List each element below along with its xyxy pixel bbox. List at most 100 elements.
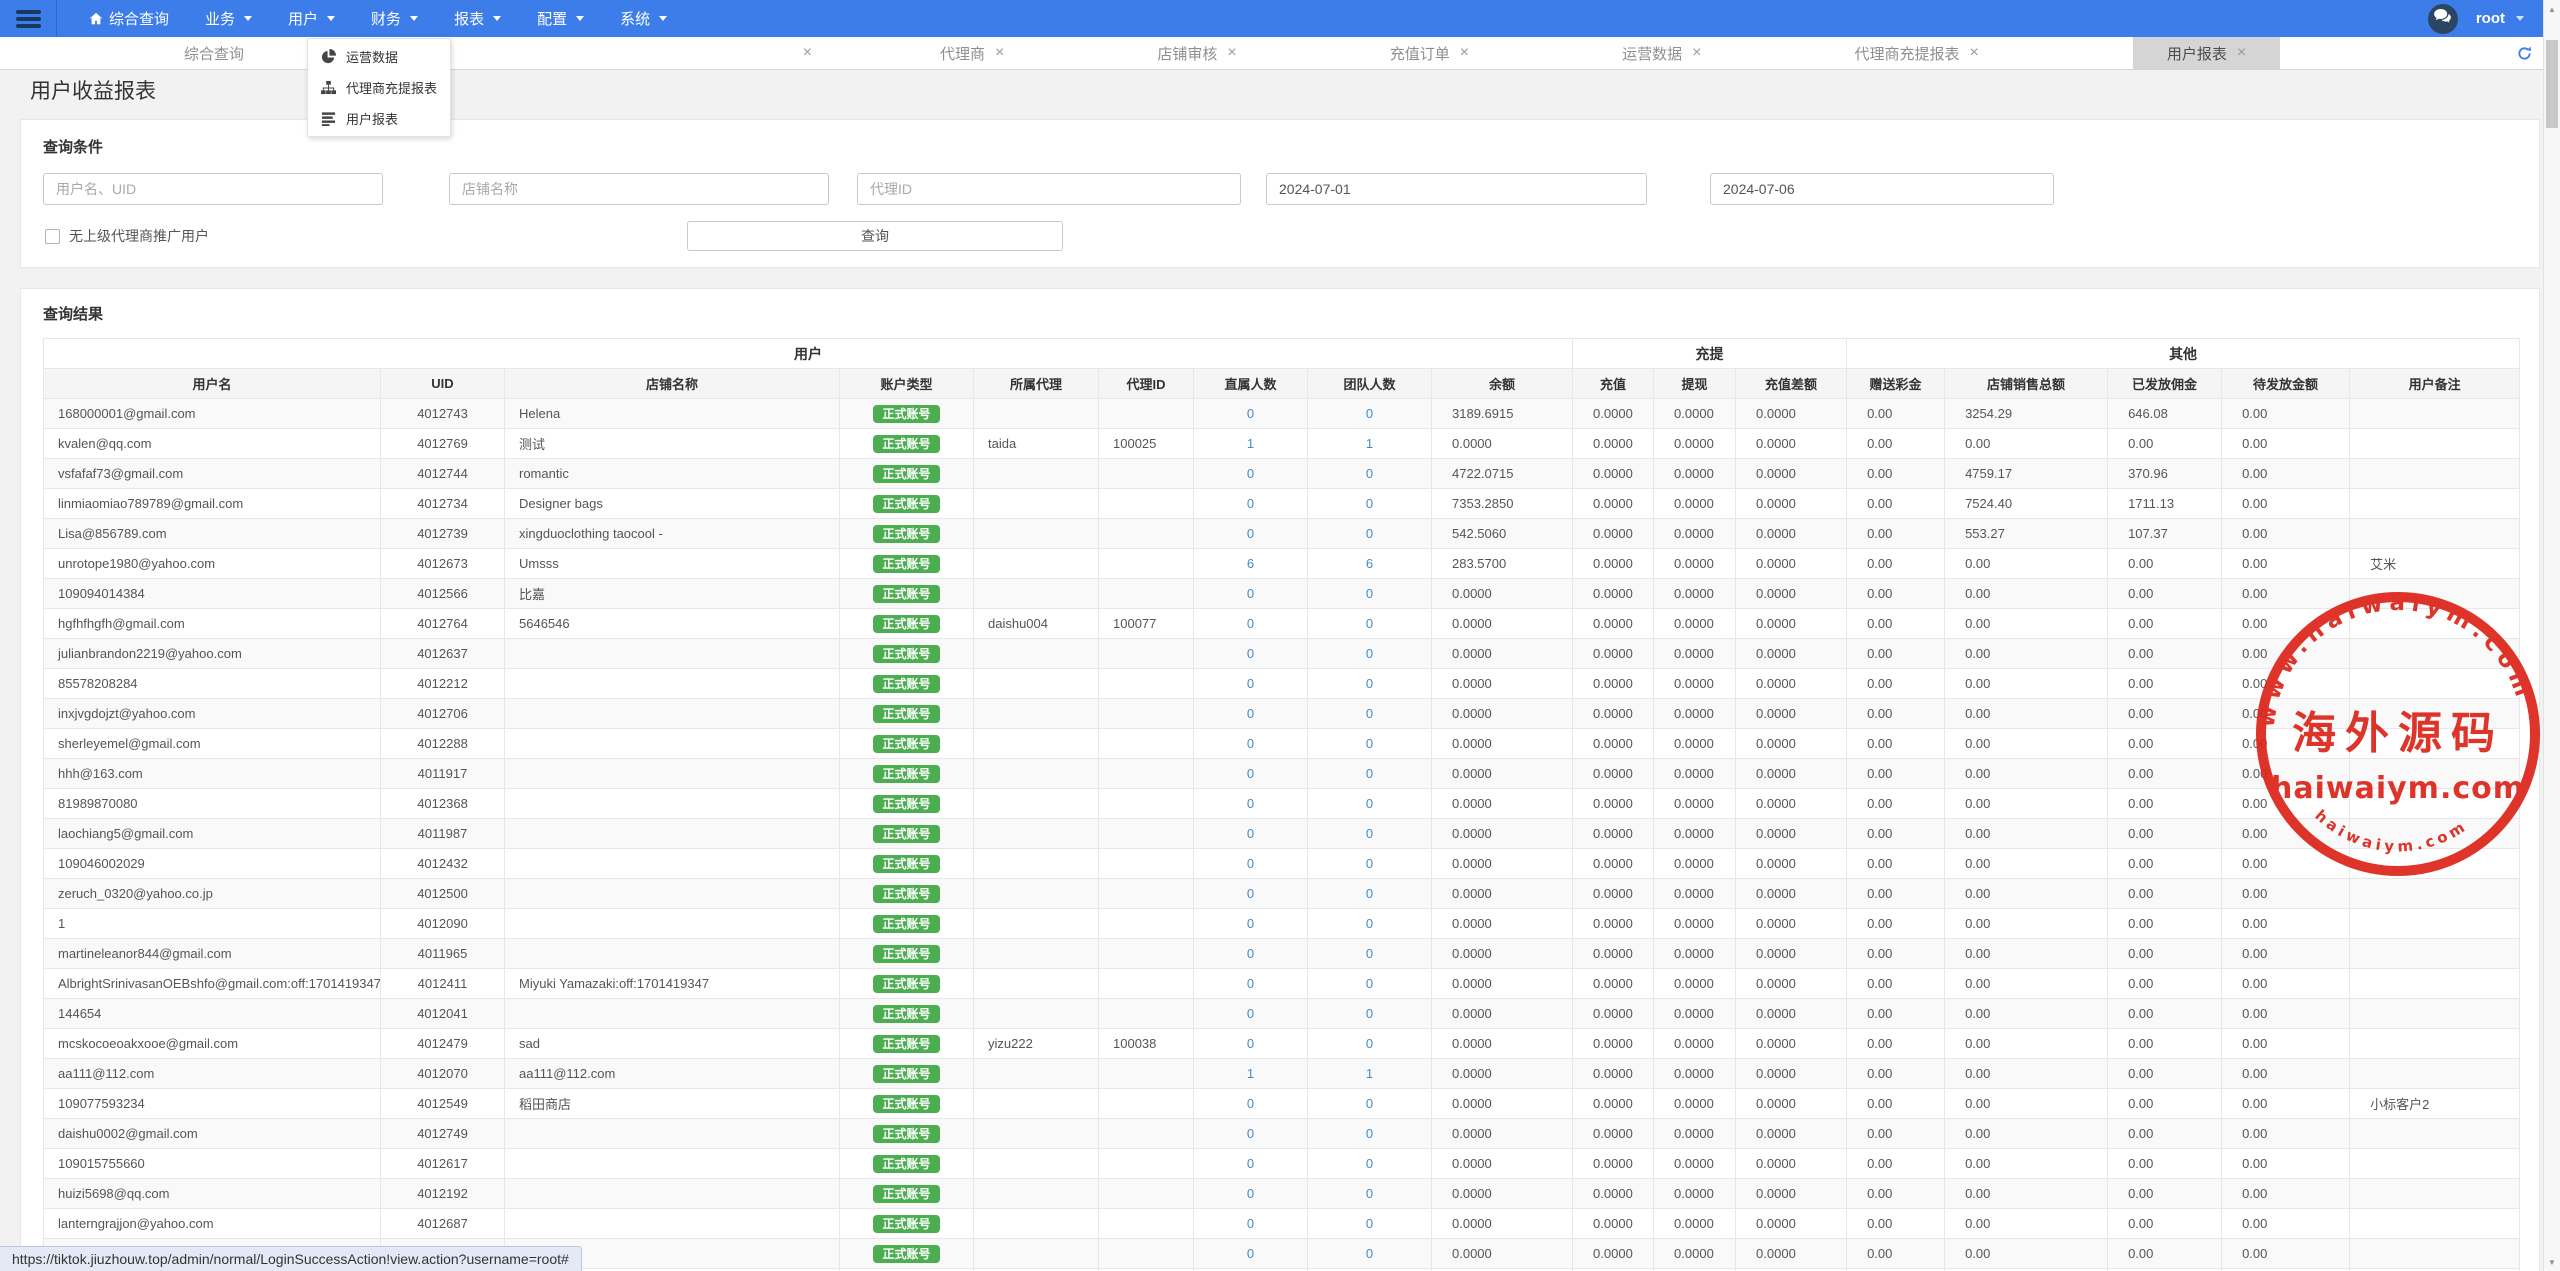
tab-agents[interactable]: 代理商× [906,37,1038,69]
cell-team-count[interactable]: 0 [1308,489,1432,519]
tab-agent-recharge-report[interactable]: 代理商充提报表× [1820,37,2012,69]
scrollbar-down-icon[interactable]: ▼ [2544,1253,2560,1271]
cell-team-count[interactable]: 0 [1308,969,1432,999]
cell-direct-count[interactable]: 0 [1194,1119,1308,1149]
cell-team-count[interactable]: 0 [1308,1089,1432,1119]
count-link[interactable]: 0 [1366,826,1373,841]
agent-id-input[interactable] [857,173,1241,205]
cell-direct-count[interactable]: 0 [1194,939,1308,969]
count-link[interactable]: 0 [1247,826,1254,841]
tab-composite-query[interactable]: 综合查询 [150,37,278,69]
cell-direct-count[interactable]: 0 [1194,1179,1308,1209]
cell-team-count[interactable]: 0 [1308,759,1432,789]
cell-team-count[interactable]: 0 [1308,669,1432,699]
count-link[interactable]: 6 [1366,556,1373,571]
count-link[interactable]: 0 [1366,976,1373,991]
cell-direct-count[interactable]: 0 [1194,1239,1308,1269]
cell-direct-count[interactable]: 0 [1194,579,1308,609]
count-link[interactable]: 0 [1366,1036,1373,1051]
count-link[interactable]: 0 [1366,1186,1373,1201]
cell-direct-count[interactable]: 0 [1194,699,1308,729]
count-link[interactable]: 0 [1366,1156,1373,1171]
menu-item-user-report[interactable]: 用户报表 [308,103,450,134]
count-link[interactable]: 0 [1366,1246,1373,1261]
cell-direct-count[interactable]: 0 [1194,459,1308,489]
cell-direct-count[interactable]: 0 [1194,519,1308,549]
cell-team-count[interactable]: 0 [1308,1149,1432,1179]
cell-direct-count[interactable]: 1 [1194,429,1308,459]
cell-direct-count[interactable]: 0 [1194,759,1308,789]
chat-button[interactable] [2428,4,2458,34]
cell-team-count[interactable]: 0 [1308,1029,1432,1059]
count-link[interactable]: 0 [1247,1186,1254,1201]
cell-direct-count[interactable]: 0 [1194,849,1308,879]
cell-team-count[interactable]: 0 [1308,1239,1432,1269]
cell-direct-count[interactable]: 0 [1194,639,1308,669]
tab-close-icon[interactable]: × [1460,45,1469,61]
date-from-input[interactable] [1266,173,1647,205]
cell-direct-count[interactable]: 0 [1194,1029,1308,1059]
cell-direct-count[interactable]: 0 [1194,879,1308,909]
cell-direct-count[interactable]: 1 [1194,1059,1308,1089]
cell-direct-count[interactable]: 0 [1194,969,1308,999]
count-link[interactable]: 0 [1366,616,1373,631]
tab-recharge-orders[interactable]: 充值订单× [1356,37,1503,69]
count-link[interactable]: 0 [1247,916,1254,931]
cell-direct-count[interactable]: 0 [1194,909,1308,939]
cell-team-count[interactable]: 0 [1308,939,1432,969]
count-link[interactable]: 0 [1366,766,1373,781]
nav-item-config[interactable]: 配置 [524,0,597,37]
search-button[interactable]: 查询 [687,221,1063,251]
count-link[interactable]: 0 [1366,496,1373,511]
count-link[interactable]: 0 [1247,496,1254,511]
cell-direct-count[interactable]: 0 [1194,609,1308,639]
count-link[interactable]: 1 [1366,436,1373,451]
count-link[interactable]: 0 [1247,676,1254,691]
count-link[interactable]: 0 [1247,706,1254,721]
cell-team-count[interactable]: 0 [1308,399,1432,429]
cell-direct-count[interactable]: 0 [1194,489,1308,519]
count-link[interactable]: 0 [1366,466,1373,481]
tab-user-report[interactable]: 用户报表× [2133,37,2280,69]
count-link[interactable]: 0 [1247,526,1254,541]
count-link[interactable]: 0 [1366,1216,1373,1231]
count-link[interactable]: 0 [1247,646,1254,661]
count-link[interactable]: 1 [1247,436,1254,451]
cell-direct-count[interactable]: 0 [1194,789,1308,819]
cell-team-count[interactable]: 1 [1308,1059,1432,1089]
count-link[interactable]: 0 [1247,766,1254,781]
count-link[interactable]: 0 [1247,466,1254,481]
count-link[interactable]: 0 [1366,406,1373,421]
count-link[interactable]: 0 [1366,1126,1373,1141]
count-link[interactable]: 0 [1247,976,1254,991]
scrollbar[interactable]: ▲ ▼ [2543,0,2560,1271]
menu-item-agent-recharge-report[interactable]: 代理商充提报表 [308,72,450,103]
cell-direct-count[interactable]: 0 [1194,669,1308,699]
cell-team-count[interactable]: 0 [1308,519,1432,549]
date-to-input[interactable] [1710,173,2054,205]
count-link[interactable]: 1 [1366,1066,1373,1081]
cell-direct-count[interactable]: 0 [1194,819,1308,849]
count-link[interactable]: 0 [1247,1096,1254,1111]
count-link[interactable]: 0 [1366,856,1373,871]
count-link[interactable]: 1 [1247,1066,1254,1081]
cell-direct-count[interactable]: 6 [1194,549,1308,579]
cell-direct-count[interactable]: 0 [1194,1089,1308,1119]
tab-operation-data[interactable]: 运营数据× [1588,37,1735,69]
count-link[interactable]: 0 [1366,1006,1373,1021]
count-link[interactable]: 0 [1366,1096,1373,1111]
count-link[interactable]: 0 [1366,586,1373,601]
cell-team-count[interactable]: 0 [1308,609,1432,639]
tab-close-icon[interactable]: × [803,45,812,61]
cell-team-count[interactable]: 1 [1308,429,1432,459]
count-link[interactable]: 0 [1247,406,1254,421]
cell-team-count[interactable]: 0 [1308,789,1432,819]
count-link[interactable]: 0 [1247,736,1254,751]
nav-item-system[interactable]: 系统 [607,0,680,37]
scrollbar-up-icon[interactable]: ▲ [2544,0,2560,18]
count-link[interactable]: 0 [1247,886,1254,901]
tab-close-icon[interactable]: × [995,45,1004,61]
count-link[interactable]: 0 [1247,946,1254,961]
shop-name-input[interactable] [449,173,829,205]
cell-team-count[interactable]: 0 [1308,819,1432,849]
